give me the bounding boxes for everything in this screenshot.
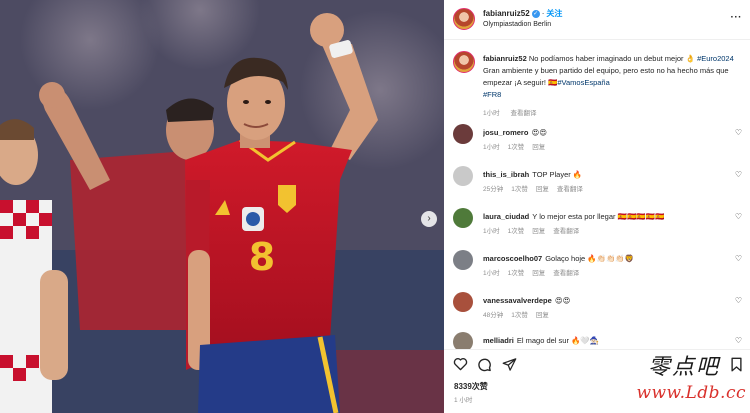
comment-username[interactable]: vanessavalverdepe	[483, 296, 552, 305]
comment-text: melliadri El mago del sur 🔥🤍🧙🏻	[483, 335, 733, 346]
caption-time: 1小时	[483, 110, 500, 117]
comment-translate-link[interactable]: 查看翻译	[553, 228, 579, 235]
like-icon[interactable]	[452, 356, 468, 372]
comment-meta: 1小时 1次赞 回复 查看翻译	[483, 267, 587, 277]
author-avatar[interactable]	[453, 8, 475, 30]
comment-time: 48分钟	[483, 312, 504, 319]
comment-reply-button[interactable]: 回复	[536, 312, 549, 319]
caption-avatar[interactable]	[453, 51, 475, 73]
comment-text: this_is_ibrah TOP Player 🔥	[483, 169, 733, 180]
comment-translate-link[interactable]: 查看翻译	[553, 270, 579, 277]
comment-reply-button[interactable]: 回复	[532, 144, 545, 151]
post-location[interactable]: Olympiastadion Berlin	[483, 21, 551, 28]
follow-button[interactable]: 关注	[546, 9, 562, 18]
comment-avatar[interactable]	[453, 208, 473, 228]
comment-meta: 1小时 1次赞 回复	[483, 141, 553, 151]
comment-reply-button[interactable]: 回复	[532, 228, 545, 235]
post-header: fabianruiz52 ✓ · 关注 Olympiastadion Berlin ·…	[444, 0, 750, 40]
like-comment-icon[interactable]: ♡	[735, 128, 742, 137]
comment-likes[interactable]: 1次赞	[508, 144, 525, 151]
comment-body: TOP Player 🔥	[532, 170, 583, 179]
like-comment-icon[interactable]: ♡	[735, 170, 742, 179]
caption-username[interactable]: fabianruiz52	[483, 54, 527, 63]
share-icon[interactable]	[501, 356, 517, 372]
comment-reply-button[interactable]: 回复	[532, 270, 545, 277]
caption-meta: 1小时 查看翻译	[483, 107, 545, 117]
comment-likes[interactable]: 1次赞	[508, 270, 525, 277]
post-time-ago: 1 小时	[454, 397, 473, 404]
comment-time: 1小时	[483, 228, 500, 235]
comment-body: 😍😍	[531, 128, 548, 137]
separator-dot: ·	[541, 9, 545, 18]
like-comment-icon[interactable]: ♡	[735, 296, 742, 305]
caption-text: fabianruiz52 No podíamos haber imaginado…	[483, 53, 735, 101]
comment-item: josu_romero 😍😍 1小时 1次赞 回复 ♡	[444, 123, 750, 161]
verified-icon: ✓	[531, 9, 540, 18]
comment-item: laura_ciudad Y lo mejor esta por llegar 🇪…	[444, 207, 750, 245]
comment-avatar[interactable]	[453, 124, 473, 144]
comment-meta: 1小时 1次赞 回复 查看翻译	[483, 225, 587, 235]
comment-body: 😍😍	[554, 296, 571, 305]
like-comment-icon[interactable]: ♡	[735, 336, 742, 345]
photo-illustration: 8	[0, 0, 444, 413]
hashtag-vamosespana[interactable]: #VamosEspaña	[557, 78, 609, 87]
caption-translate-link[interactable]: 查看翻译	[510, 110, 536, 117]
watermark-url: www.Ldb.cc	[636, 383, 746, 403]
like-comment-icon[interactable]: ♡	[735, 254, 742, 263]
hashtag-fr8[interactable]: #FR8	[483, 90, 501, 99]
comment-username[interactable]: marcoscoelho07	[483, 254, 542, 263]
comment-username[interactable]: this_is_ibrah	[483, 170, 529, 179]
comment-likes[interactable]: 1次赞	[508, 228, 525, 235]
comment-username[interactable]: melliadri	[483, 336, 514, 345]
comment-avatar[interactable]	[453, 292, 473, 312]
author-username[interactable]: fabianruiz52	[483, 9, 530, 18]
comment-avatar[interactable]	[453, 332, 473, 349]
post-photo[interactable]: 8 ›	[0, 0, 444, 413]
site-watermark: 零点吧 www.Ldb.cc	[622, 349, 746, 409]
comment-text: josu_romero 😍😍	[483, 127, 733, 138]
comment-time: 1小时	[483, 144, 500, 151]
watermark-chinese: 零点吧	[647, 355, 720, 380]
comment-body: El mago del sur 🔥🤍🧙🏻	[516, 336, 600, 345]
svg-text:8: 8	[249, 235, 275, 279]
comment-meta: 25分钟 1次赞 回复 查看翻译	[483, 183, 591, 193]
hashtag-euro2024[interactable]: #Euro2024	[697, 54, 734, 63]
comment-likes[interactable]: 1次赞	[511, 312, 528, 319]
author-line: fabianruiz52 ✓ · 关注	[483, 8, 562, 19]
next-photo-button[interactable]: ›	[421, 211, 437, 227]
comment-item: this_is_ibrah TOP Player 🔥 25分钟 1次赞 回复 查看翻译 …	[444, 165, 750, 203]
comment-text: vanessavalverdepe 😍😍	[483, 295, 733, 306]
comment-text: laura_ciudad Y lo mejor esta por llegar 🇪…	[483, 211, 733, 222]
comments-scroll-area[interactable]: fabianruiz52 No podíamos haber imaginado…	[444, 41, 750, 349]
caption-text-1: No podíamos haber imaginado un debut mej…	[528, 54, 695, 63]
comment-icon[interactable]	[476, 356, 492, 372]
comment-likes[interactable]: 1次赞	[511, 186, 528, 193]
comment-username[interactable]: laura_ciudad	[483, 212, 529, 221]
comment-item: melliadri El mago del sur 🔥🤍🧙🏻 ♡	[444, 331, 750, 349]
comment-translate-link[interactable]: 查看翻译	[557, 186, 583, 193]
comment-text: marcoscoelho07 Golaço hoje 🔥👏🏻👏🏻👏🏻🦁	[483, 253, 733, 264]
comment-item: vanessavalverdepe 😍😍 48分钟 1次赞 回复 ♡	[444, 291, 750, 329]
comment-username[interactable]: josu_romero	[483, 128, 528, 137]
comment-body: Y lo mejor esta por llegar 🇪🇸🇪🇸🇪🇸🇪🇸🇪🇸	[532, 212, 665, 221]
likes-count[interactable]: 8339次赞	[454, 381, 488, 392]
comment-time: 1小时	[483, 270, 500, 277]
more-options-icon[interactable]: ···	[731, 12, 743, 23]
comment-meta: 48分钟 1次赞 回复	[483, 309, 557, 319]
like-comment-icon[interactable]: ♡	[735, 212, 742, 221]
comment-avatar[interactable]	[453, 166, 473, 186]
comment-time: 25分钟	[483, 186, 504, 193]
comment-item: marcoscoelho07 Golaço hoje 🔥👏🏻👏🏻👏🏻🦁 1小时 1次…	[444, 249, 750, 287]
comment-body: Golaço hoje 🔥👏🏻👏🏻👏🏻🦁	[545, 254, 635, 263]
comment-reply-button[interactable]: 回复	[536, 186, 549, 193]
comment-avatar[interactable]	[453, 250, 473, 270]
